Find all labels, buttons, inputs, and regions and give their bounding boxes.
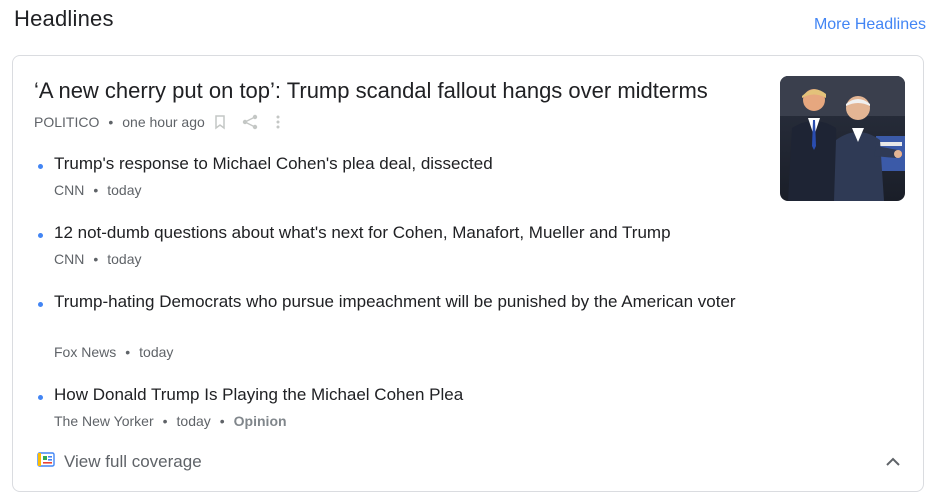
share-icon[interactable] <box>241 114 259 130</box>
view-full-coverage-button[interactable]: View full coverage <box>37 450 202 474</box>
related-story-link[interactable]: 12 not-dumb questions about what's next … <box>54 221 744 245</box>
headlines-section-title: Headlines <box>14 6 114 31</box>
headline-card: ‘A new cherry put on top’: Trump scandal… <box>12 55 924 492</box>
meta-separator: • <box>93 182 99 198</box>
opinion-badge: Opinion <box>233 413 287 429</box>
related-story-meta: CNN • today <box>54 182 142 198</box>
related-story-source: The New Yorker <box>54 413 154 429</box>
meta-separator: • <box>125 344 131 360</box>
more-headlines-link[interactable]: More Headlines <box>814 16 926 34</box>
meta-separator: • <box>108 114 114 130</box>
related-story-link[interactable]: Trump-hating Democrats who pursue impeac… <box>54 290 744 314</box>
related-story-source: CNN <box>54 251 85 267</box>
bookmark-icon[interactable] <box>213 114 227 130</box>
more-vert-icon[interactable] <box>273 114 283 130</box>
main-story-meta: POLITICO • one hour ago <box>34 112 283 132</box>
related-story-time: today <box>139 344 174 360</box>
related-story-time: today <box>107 182 142 198</box>
related-story-time: today <box>176 413 211 429</box>
view-full-coverage-label: View full coverage <box>64 452 202 471</box>
related-story-meta: CNN • today <box>54 251 142 267</box>
full-coverage-icon <box>37 451 55 473</box>
related-story-link[interactable]: How Donald Trump Is Playing the Michael … <box>54 383 744 407</box>
related-story-link[interactable]: Trump's response to Michael Cohen's plea… <box>54 152 744 176</box>
bullet-icon <box>38 233 43 238</box>
main-story-thumbnail[interactable] <box>780 76 905 201</box>
meta-separator: • <box>219 413 225 429</box>
related-story-time: today <box>107 251 142 267</box>
main-story-time: one hour ago <box>122 114 205 130</box>
bullet-icon <box>38 302 43 307</box>
main-story-source: POLITICO <box>34 114 100 130</box>
chevron-up-icon[interactable] <box>881 452 905 472</box>
bullet-icon <box>38 395 43 400</box>
related-story-source: CNN <box>54 182 85 198</box>
related-story-meta: The New Yorker • today • Opinion <box>54 413 287 429</box>
meta-separator: • <box>93 251 99 267</box>
meta-separator: • <box>162 413 168 429</box>
bullet-icon <box>38 164 43 169</box>
related-story-meta: Fox News • today <box>54 344 173 360</box>
main-headline-link[interactable]: ‘A new cherry put on top’: Trump scandal… <box>34 76 754 106</box>
related-story-source: Fox News <box>54 344 117 360</box>
